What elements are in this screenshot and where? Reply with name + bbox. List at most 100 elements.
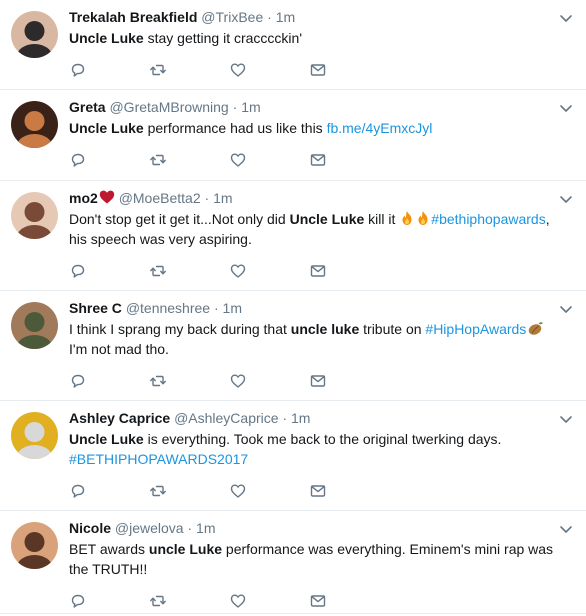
like-button[interactable] — [229, 482, 309, 500]
direct-message-button[interactable] — [309, 61, 389, 79]
search-term-highlight: Uncle Luke — [289, 211, 365, 227]
like-icon — [230, 153, 246, 167]
search-term-highlight: uncle luke — [290, 321, 360, 337]
reply-button[interactable] — [69, 482, 149, 500]
search-term-highlight: Uncle Luke — [69, 120, 144, 136]
user-handle[interactable]: @MoeBetta2 — [119, 190, 201, 206]
display-name[interactable]: Ashley Caprice — [69, 410, 170, 426]
tweet-header: Greta @GretaMBrowning · 1m — [69, 98, 572, 116]
timestamp[interactable]: 1m — [276, 9, 295, 25]
timestamp[interactable]: 1m — [213, 190, 232, 206]
reply-icon — [71, 264, 85, 278]
timestamp[interactable]: 1m — [241, 99, 260, 115]
direct-message-button[interactable] — [309, 592, 389, 610]
reply-button[interactable] — [69, 592, 149, 610]
like-button[interactable] — [229, 61, 309, 79]
separator-dot: · — [267, 9, 272, 25]
direct-message-button[interactable] — [309, 262, 389, 280]
user-handle[interactable]: @TrixBee — [201, 9, 263, 25]
retweet-button[interactable] — [149, 151, 229, 169]
hashtag-link[interactable]: #BETHIPHOPAWARDS2017 — [69, 451, 248, 467]
like-icon — [230, 594, 246, 608]
tweet-3[interactable]: mo2 @MoeBetta2 · 1m Don't stop get it ge… — [0, 181, 586, 291]
chevron-down-icon[interactable] — [558, 411, 574, 427]
reply-button[interactable] — [69, 372, 149, 390]
retweet-button[interactable] — [149, 482, 229, 500]
display-name[interactable]: Greta — [69, 99, 106, 115]
tweet-text-fragment: is everything. Took me back to the origi… — [143, 431, 502, 447]
user-handle[interactable]: @tenneshree — [126, 300, 210, 316]
reply-button[interactable] — [69, 61, 149, 79]
retweet-icon — [150, 485, 166, 497]
retweet-icon — [150, 375, 166, 387]
separator-dot: · — [204, 190, 210, 206]
tweet-text-fragment: Don't stop get it get it...Not only did — [69, 211, 290, 227]
tweet-actions — [69, 55, 572, 85]
tweet-5[interactable]: Ashley Caprice @AshleyCaprice · 1m Uncle… — [0, 401, 586, 511]
direct-message-icon — [310, 154, 326, 166]
tweet-actions — [69, 586, 572, 616]
retweet-button[interactable] — [149, 262, 229, 280]
display-name[interactable]: Shree C — [69, 300, 122, 316]
hashtag-link[interactable]: #HipHopAwards — [425, 321, 526, 337]
direct-message-button[interactable] — [309, 151, 389, 169]
reply-icon — [71, 374, 85, 388]
user-handle[interactable]: @jewelova — [115, 520, 184, 536]
reply-button[interactable] — [69, 151, 149, 169]
tweet-text-fragment: kill it — [364, 211, 400, 227]
direct-message-icon — [310, 375, 326, 387]
user-handle[interactable]: @AshleyCaprice — [174, 410, 278, 426]
display-name[interactable]: mo2 — [69, 190, 98, 206]
tweet-4[interactable]: Shree C @tenneshree · 1m I think I spran… — [0, 291, 586, 401]
tweet-text-fragment: BET awards — [69, 541, 149, 557]
reply-icon — [71, 153, 85, 167]
tweet-actions — [69, 256, 572, 286]
display-name[interactable]: Nicole — [69, 520, 111, 536]
tweet-actions — [69, 476, 572, 506]
timestamp[interactable]: 1m — [223, 300, 242, 316]
chevron-down-icon[interactable] — [558, 100, 574, 116]
url-link[interactable]: fb.me/4yEmxcJyl — [327, 120, 433, 136]
tweet-feed: Trekalah Breakfield @TrixBee · 1m Uncle … — [0, 0, 586, 614]
avatar[interactable] — [11, 192, 58, 239]
reply-icon — [71, 63, 85, 77]
avatar[interactable] — [11, 302, 58, 349]
like-button[interactable] — [229, 151, 309, 169]
avatar[interactable] — [11, 11, 58, 58]
separator-dot: · — [282, 410, 288, 426]
timestamp[interactable]: 1m — [196, 520, 215, 536]
like-button[interactable] — [229, 372, 309, 390]
hashtag-link[interactable]: #bethiphopawards — [431, 211, 545, 227]
avatar[interactable] — [11, 101, 58, 148]
direct-message-icon — [310, 64, 326, 76]
reply-button[interactable] — [69, 262, 149, 280]
like-button[interactable] — [229, 262, 309, 280]
direct-message-icon — [310, 485, 326, 497]
tweet-6[interactable]: Nicole @jewelova · 1m BET awards uncle L… — [0, 511, 586, 614]
retweet-icon — [150, 595, 166, 607]
tweet-text: Uncle Luke is everything. Took me back t… — [69, 429, 572, 469]
avatar[interactable] — [11, 412, 58, 459]
direct-message-button[interactable] — [309, 372, 389, 390]
chevron-down-icon[interactable] — [558, 10, 574, 26]
tweet-2[interactable]: Greta @GretaMBrowning · 1m Uncle Luke pe… — [0, 90, 586, 181]
display-name[interactable]: Trekalah Breakfield — [69, 9, 197, 25]
like-button[interactable] — [229, 592, 309, 610]
retweet-icon — [150, 265, 166, 277]
tweet-text-fragment: tribute on — [359, 321, 426, 337]
timestamp[interactable]: 1m — [291, 410, 310, 426]
separator-dot: · — [232, 99, 238, 115]
tweet-header: mo2 @MoeBetta2 · 1m — [69, 189, 572, 207]
retweet-button[interactable] — [149, 61, 229, 79]
like-icon — [230, 63, 246, 77]
user-handle[interactable]: @GretaMBrowning — [109, 99, 228, 115]
chevron-down-icon[interactable] — [558, 301, 574, 317]
retweet-button[interactable] — [149, 592, 229, 610]
avatar[interactable] — [11, 522, 58, 569]
direct-message-button[interactable] — [309, 482, 389, 500]
retweet-button[interactable] — [149, 372, 229, 390]
tweet-actions — [69, 145, 572, 175]
tweet-1[interactable]: Trekalah Breakfield @TrixBee · 1m Uncle … — [0, 0, 586, 90]
chevron-down-icon[interactable] — [558, 191, 574, 207]
chevron-down-icon[interactable] — [558, 521, 574, 537]
